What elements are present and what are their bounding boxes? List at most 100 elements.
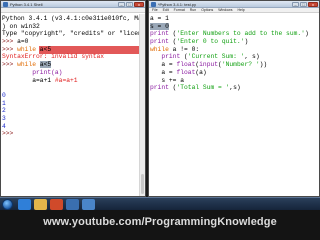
code-line[interactable]: a = float(a) bbox=[150, 69, 318, 77]
code-token: 'Total Sum = ' bbox=[176, 84, 230, 92]
code-line[interactable]: >>> a=0 bbox=[2, 38, 144, 46]
code-token: while bbox=[17, 45, 37, 53]
editor-title: *Python 3.4.1: test.py bbox=[158, 2, 197, 7]
menu-item-file[interactable]: File bbox=[152, 8, 158, 12]
menu-item-windows[interactable]: Windows bbox=[218, 8, 232, 12]
code-token: ) bbox=[304, 30, 309, 38]
code-line[interactable]: 2 bbox=[2, 107, 144, 115]
code-token: Python 3.4.1 (v3.4.1:c0e311e010fc, May bbox=[2, 15, 146, 22]
code-token: >>> bbox=[2, 130, 18, 138]
code-token: 2 bbox=[2, 107, 6, 115]
code-token: float bbox=[176, 61, 196, 69]
code-token: >>> bbox=[2, 38, 18, 46]
code-token: s += a bbox=[150, 76, 185, 84]
code-line[interactable]: print ('Enter Numbers to add to the sum.… bbox=[150, 30, 318, 38]
minimize-button[interactable]: – bbox=[118, 2, 125, 7]
code-line[interactable]: print ('Current Sum: ', s) bbox=[150, 53, 318, 61]
code-line[interactable]: SyntaxError: invalid syntax bbox=[2, 53, 144, 61]
code-token: Type "copyright", "credits" or "license bbox=[2, 30, 146, 38]
code-token: a = bbox=[150, 68, 177, 76]
code-line[interactable]: >>> bbox=[2, 130, 144, 138]
start-button[interactable] bbox=[2, 199, 13, 210]
menu-item-options[interactable]: Options bbox=[201, 8, 213, 12]
code-line[interactable]: 4 bbox=[2, 123, 144, 131]
python-shell-window[interactable]: Python 3.4.1 Shell – □ x Python 3.4.1 (v… bbox=[0, 0, 146, 197]
code-line[interactable]: Python 3.4.1 (v3.4.1:c0e311e010fc, May bbox=[2, 15, 146, 23]
menu-item-run[interactable]: Run bbox=[190, 8, 196, 12]
editor-window[interactable]: *Python 3.4.1: test.py – □ x File Edit For… bbox=[148, 0, 320, 197]
editor-text-area[interactable]: a = 1s = 0 print ('Enter Numbers to add t… bbox=[149, 13, 319, 92]
code-token: print(a) bbox=[2, 68, 63, 76]
python-icon bbox=[151, 2, 156, 7]
shell-scrollbar[interactable] bbox=[139, 14, 145, 196]
maximize-button[interactable]: □ bbox=[300, 2, 307, 7]
code-line[interactable]: Type "copyright", "credits" or "license bbox=[2, 30, 146, 38]
code-token: 0 bbox=[2, 91, 6, 99]
channel-url: www.youtube.com/ProgrammingKnowledge bbox=[43, 216, 277, 228]
code-line[interactable]: print(a) bbox=[2, 69, 144, 77]
code-token: 'Current Sum: ' bbox=[187, 53, 245, 61]
code-token: print bbox=[150, 84, 169, 92]
code-token: >>> bbox=[2, 45, 18, 53]
code-line[interactable]: a = float(input('Number? ')) bbox=[150, 61, 318, 69]
code-token: while bbox=[150, 45, 169, 53]
taskbar bbox=[0, 197, 320, 210]
code-line[interactable]: 3 bbox=[2, 115, 144, 123]
code-token: a<5 bbox=[36, 45, 52, 53]
code-token: ( bbox=[180, 53, 188, 61]
code-token: a = 1 bbox=[150, 15, 169, 22]
code-token: (a) bbox=[195, 68, 207, 76]
editor-titlebar[interactable]: *Python 3.4.1: test.py – □ x bbox=[149, 1, 319, 8]
scrollbar-thumb[interactable] bbox=[141, 174, 144, 194]
code-line[interactable] bbox=[2, 84, 144, 92]
code-line[interactable]: >>> while a<5 bbox=[2, 61, 144, 69]
folder-icon[interactable] bbox=[34, 199, 47, 210]
code-token: 4 bbox=[2, 122, 6, 130]
code-token: a=a+1 bbox=[2, 76, 55, 84]
code-token: >>> bbox=[2, 61, 18, 69]
python-icon[interactable] bbox=[66, 199, 79, 210]
close-button[interactable]: x bbox=[308, 2, 318, 7]
code-token: print bbox=[150, 30, 169, 38]
code-line[interactable]: 0 bbox=[2, 92, 144, 100]
code-token: 'Enter 0 to quit.' bbox=[176, 38, 245, 46]
code-token: 'Number? ' bbox=[221, 61, 260, 69]
code-token: 3 bbox=[2, 114, 6, 122]
code-token: ) bbox=[244, 38, 249, 46]
menu-item-help[interactable]: Help bbox=[237, 8, 244, 12]
menu-item-edit[interactable]: Edit bbox=[163, 8, 169, 12]
code-token: input bbox=[199, 61, 219, 69]
code-token: SyntaxError: invalid syntax bbox=[2, 53, 105, 61]
code-token: while bbox=[17, 61, 37, 69]
code-line[interactable]: a=a+1 #a=a+1 bbox=[2, 77, 144, 85]
code-line[interactable]: print ('Enter 0 to quit.') bbox=[150, 38, 318, 46]
code-token: a = bbox=[150, 61, 177, 69]
python-icon bbox=[3, 2, 8, 7]
window-controls: – □ x bbox=[118, 2, 144, 7]
ie-icon[interactable] bbox=[18, 199, 31, 210]
media-icon[interactable] bbox=[50, 199, 63, 210]
code-token: ,s) bbox=[229, 84, 241, 92]
code-line[interactable]: a = 1 bbox=[150, 15, 318, 23]
shell-titlebar[interactable]: Python 3.4.1 Shell – □ x bbox=[1, 1, 145, 8]
window-controls: – □ x bbox=[292, 2, 318, 7]
code-token: a=0 bbox=[17, 38, 29, 46]
code-token: print bbox=[150, 38, 169, 46]
menu-item-format[interactable]: Format bbox=[174, 8, 185, 12]
code-line[interactable]: 1 bbox=[2, 100, 144, 108]
python-shell-icon[interactable] bbox=[82, 199, 95, 210]
code-line[interactable]: print ('Total Sum = ',s) bbox=[150, 84, 318, 92]
code-token: )) bbox=[259, 61, 268, 69]
minimize-button[interactable]: – bbox=[292, 2, 299, 7]
code-token: 'Enter Numbers to add to the sum.' bbox=[176, 30, 305, 38]
code-token: ) on win32 bbox=[2, 22, 40, 30]
shell-text-area[interactable]: Python 3.4.1 (v3.4.1:c0e311e010fc, May) … bbox=[1, 13, 145, 138]
code-token: print bbox=[150, 53, 181, 61]
close-button[interactable]: x bbox=[134, 2, 144, 7]
code-token: 1 bbox=[2, 99, 6, 107]
code-token: a<5 bbox=[39, 61, 52, 69]
maximize-button[interactable]: □ bbox=[126, 2, 133, 7]
code-token: float bbox=[176, 68, 196, 76]
code-token: s = 0 bbox=[150, 22, 169, 30]
code-token: a != 0: bbox=[168, 45, 200, 53]
